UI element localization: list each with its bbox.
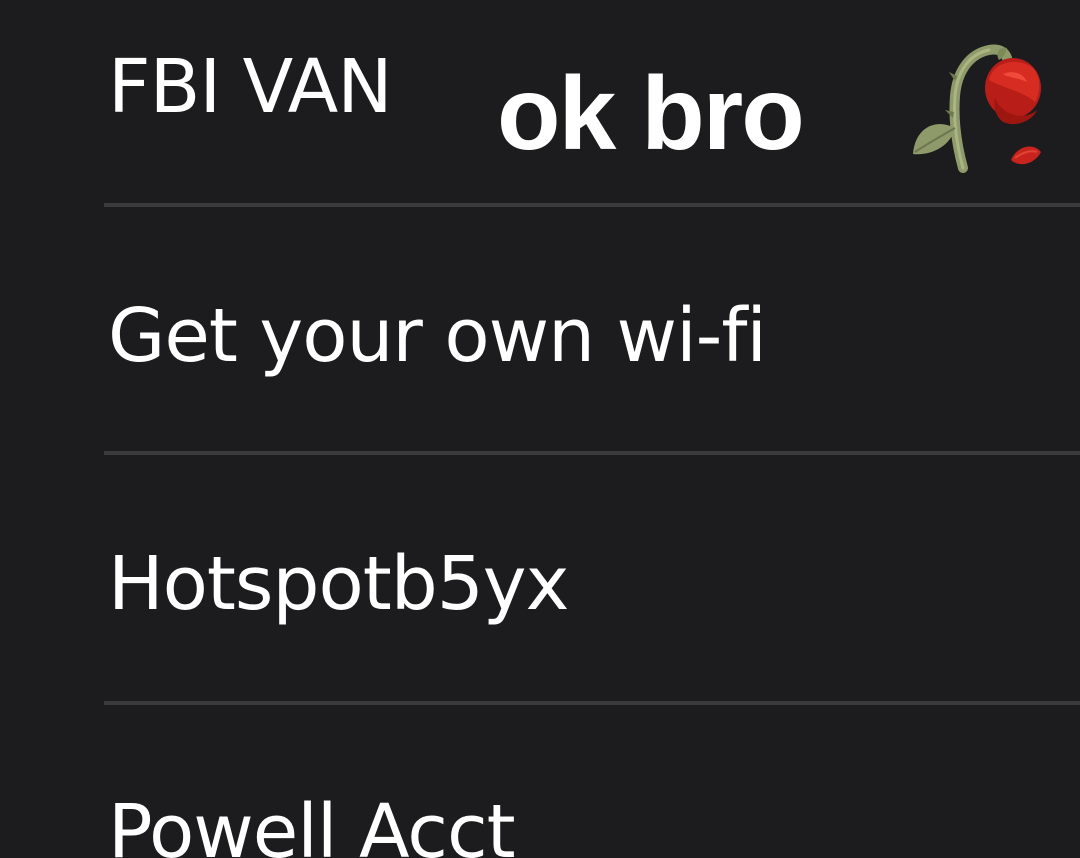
wilted-rose-icon [913,44,1041,173]
network-name: Powell Acct [108,789,516,858]
wifi-network-list-screen: FBI VAN Get your own wi-fi Hotspotb5yx P… [0,0,1080,858]
network-name: Hotspotb5yx [108,541,569,627]
network-name: Get your own wi-fi [108,293,767,379]
network-row-hotspotb5yx[interactable]: Hotspotb5yx [0,455,1080,701]
network-row-powell-acct[interactable]: Powell Acct [0,705,1080,858]
overlay-caption: ok bro [497,56,805,172]
network-row-get-your-own-wifi[interactable]: Get your own wi-fi [0,207,1080,453]
network-name: FBI VAN [108,44,393,130]
